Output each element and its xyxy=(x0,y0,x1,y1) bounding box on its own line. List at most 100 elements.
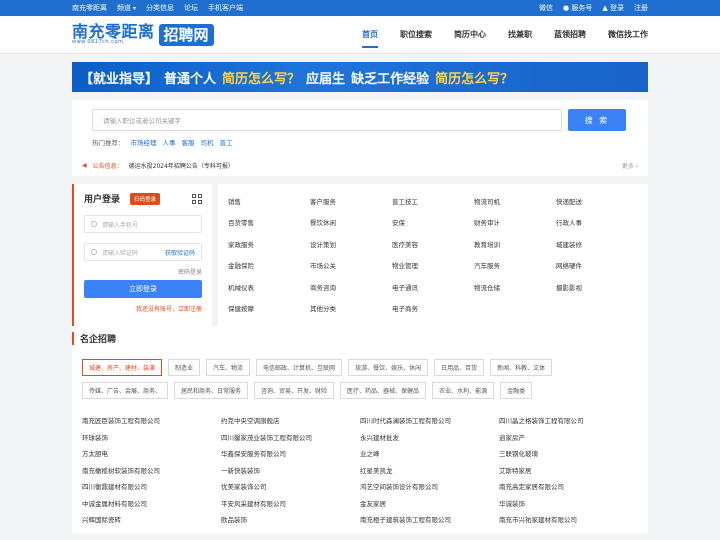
industry-tag[interactable]: 传媒、广告、会展、商务、 xyxy=(82,382,169,399)
industry-tag[interactable]: 制造业 xyxy=(168,359,201,376)
company-link[interactable]: 约克中央空调旗舰店 xyxy=(221,415,360,432)
search-button[interactable]: 搜 索 xyxy=(568,109,626,131)
category-link[interactable]: 销售 xyxy=(228,196,310,206)
company-link[interactable]: 环球装饰 xyxy=(82,432,221,449)
category-link[interactable]: 设计策划 xyxy=(310,239,392,249)
company-link[interactable]: 永兴建材批发 xyxy=(360,432,499,449)
company-link[interactable]: 中诚金属材料有限公司 xyxy=(82,498,221,515)
company-link[interactable]: 华鑫保安服务有限公司 xyxy=(221,448,360,465)
company-link[interactable]: 兴辉国际瓷砖 xyxy=(82,514,221,531)
industry-tag[interactable]: 电信邮政、计算机、互联网 xyxy=(256,359,343,376)
category-link[interactable]: 教育培训 xyxy=(474,239,556,249)
category-link[interactable]: 普工技工 xyxy=(392,196,474,206)
company-link[interactable]: 南充匠臣装饰工程有限公司 xyxy=(82,415,221,432)
company-link[interactable]: 南充市兴祐家建材有限公司 xyxy=(499,514,638,531)
company-link[interactable]: 南充高定家居有限公司 xyxy=(499,481,638,498)
hot-keyword[interactable]: 人事 xyxy=(163,137,176,147)
company-link[interactable]: 平安风采建材有限公司 xyxy=(221,498,360,515)
nav-home[interactable]: 首页 xyxy=(362,21,378,48)
register-link[interactable]: 注册 xyxy=(634,3,648,13)
category-link[interactable]: 保健按摩 xyxy=(228,303,310,313)
category-link[interactable]: 城建装修 xyxy=(556,239,638,249)
industry-tag[interactable]: 医疗、药品、器械、保健品 xyxy=(340,382,427,399)
nav-job-search[interactable]: 职位搜索 xyxy=(400,21,432,48)
top-link-mobile[interactable]: 手机客户端 xyxy=(208,3,243,13)
category-link[interactable]: 医疗美容 xyxy=(392,239,474,249)
hot-keyword[interactable]: 市场经理 xyxy=(131,137,157,147)
company-link[interactable]: 优美家装饰公司 xyxy=(221,481,360,498)
company-link[interactable]: 华诚装饰 xyxy=(499,498,638,515)
company-link[interactable]: 鸿艺空间装饰设计有限公司 xyxy=(360,481,499,498)
hot-keyword[interactable]: 客服 xyxy=(182,137,195,147)
hot-keyword[interactable]: 司机 xyxy=(201,137,214,147)
category-link[interactable]: 物业管理 xyxy=(392,260,474,270)
category-link[interactable]: 市场公关 xyxy=(310,260,392,270)
wechat-link[interactable]: 微信 xyxy=(539,3,553,13)
industry-tag[interactable]: 金融类 xyxy=(500,382,533,399)
category-link[interactable]: 商务咨询 xyxy=(310,282,392,292)
company-link[interactable]: 金友家居 xyxy=(360,498,499,515)
nav-resume-center[interactable]: 简历中心 xyxy=(454,21,486,48)
register-link-login[interactable]: 我还没有账号，立即注册 xyxy=(84,304,202,313)
login-button[interactable]: 立即登录 xyxy=(84,280,202,298)
top-link-classified[interactable]: 分类信息 xyxy=(146,3,174,13)
category-link[interactable]: 餐饮休闲 xyxy=(310,217,392,227)
company-link[interactable]: 四川馨家茂业装饰工程有限公司 xyxy=(221,432,360,449)
company-link[interactable]: 业之峰 xyxy=(360,448,499,465)
category-link[interactable]: 行政人事 xyxy=(556,217,638,227)
nav-wechat-jobs[interactable]: 微信找工作 xyxy=(608,21,648,48)
industry-tag[interactable]: 日用品、百货 xyxy=(434,359,485,376)
category-link[interactable]: 电子商务 xyxy=(392,303,474,313)
company-link[interactable]: 艾斯特家居 xyxy=(499,465,638,482)
category-link[interactable]: 财务审计 xyxy=(474,217,556,227)
scan-login-tag[interactable]: 扫码登录 xyxy=(130,192,161,205)
industry-tag[interactable]: 城建、房产、建材、装潢 xyxy=(82,359,163,376)
top-link-channel[interactable]: 频道 ▾ xyxy=(117,3,136,13)
nav-part-time[interactable]: 找兼职 xyxy=(508,21,532,48)
password-login-link[interactable]: 密码登录 xyxy=(84,267,202,276)
company-link[interactable]: 三联钢化玻璃 xyxy=(499,448,638,465)
company-link[interactable]: 四川晶之格装饰工程有限公司 xyxy=(499,415,638,432)
nav-blue-collar[interactable]: 蓝领招聘 xyxy=(554,21,586,48)
category-link[interactable]: 家政服务 xyxy=(228,239,310,249)
qr-code-icon[interactable] xyxy=(192,193,202,204)
category-link[interactable]: 机械仪表 xyxy=(228,282,310,292)
company-link[interactable]: 逍家房产 xyxy=(499,432,638,449)
search-input[interactable]: 请输入职位或者公司关键字 xyxy=(92,109,562,131)
notice-item[interactable]: 德运水投2024年招聘公告（专科可报） xyxy=(129,161,234,170)
top-link-home[interactable]: 南充零距离 xyxy=(72,3,107,13)
ad-banner[interactable]: 【就业指导】 普通个人 简历怎么写？ 应届生 缺乏工作经验 简历怎么写？ xyxy=(72,62,648,92)
category-link[interactable]: 金融保险 xyxy=(228,260,310,270)
category-link[interactable]: 网络硬件 xyxy=(556,260,638,270)
industry-tag[interactable]: 农业、水利、能源 xyxy=(432,382,495,399)
category-link[interactable]: 其他分类 xyxy=(310,303,392,313)
category-link[interactable]: 物流司机 xyxy=(474,196,556,206)
company-link[interactable]: 欧品装饰 xyxy=(221,514,360,531)
industry-tag[interactable]: 咨询、贸易、开发、财险 xyxy=(254,382,335,399)
category-link[interactable]: 安保 xyxy=(392,217,474,227)
category-link[interactable]: 摄影影视 xyxy=(556,282,638,292)
company-link[interactable]: 方太厨电 xyxy=(82,448,221,465)
industry-tag[interactable]: 汽车、物流 xyxy=(206,359,251,376)
company-link[interactable]: 南充橙子建筑装饰工程有限公司 xyxy=(360,514,499,531)
industry-tag[interactable]: 居民和商务、日常服务 xyxy=(174,382,249,399)
company-link[interactable]: 红星美凯龙 xyxy=(360,465,499,482)
category-link[interactable]: 电子通讯 xyxy=(392,282,474,292)
service-account-link[interactable]: ● 服务号 xyxy=(563,3,592,13)
industry-tag[interactable]: 新闻、科教、文体 xyxy=(490,359,553,376)
company-link[interactable]: 南充橄榄树软装饰有限公司 xyxy=(82,465,221,482)
login-link[interactable]: ▲ 登录 xyxy=(602,3,624,13)
company-link[interactable]: 四川衡鼎建材有限公司 xyxy=(82,481,221,498)
company-link[interactable]: 四川时代森澜装饰工程有限公司 xyxy=(360,415,499,432)
category-link[interactable]: 汽车服务 xyxy=(474,260,556,270)
get-code-button[interactable]: 获取验证码 xyxy=(165,248,195,257)
category-link[interactable]: 物流仓储 xyxy=(474,282,556,292)
site-logo[interactable]: 南充零距离 www.0817ch.com 招聘网 xyxy=(72,23,214,46)
top-link-forum[interactable]: 论坛 xyxy=(184,3,198,13)
category-link[interactable]: 客户服务 xyxy=(310,196,392,206)
company-link[interactable]: 一新快装装饰 xyxy=(221,465,360,482)
industry-tag[interactable]: 旅游、餐饮、娱乐、休闲 xyxy=(348,359,429,376)
phone-field[interactable]: 请输入手机号 xyxy=(84,215,202,233)
category-link[interactable]: 快递配送 xyxy=(556,196,638,206)
category-link[interactable]: 百货零售 xyxy=(228,217,310,227)
